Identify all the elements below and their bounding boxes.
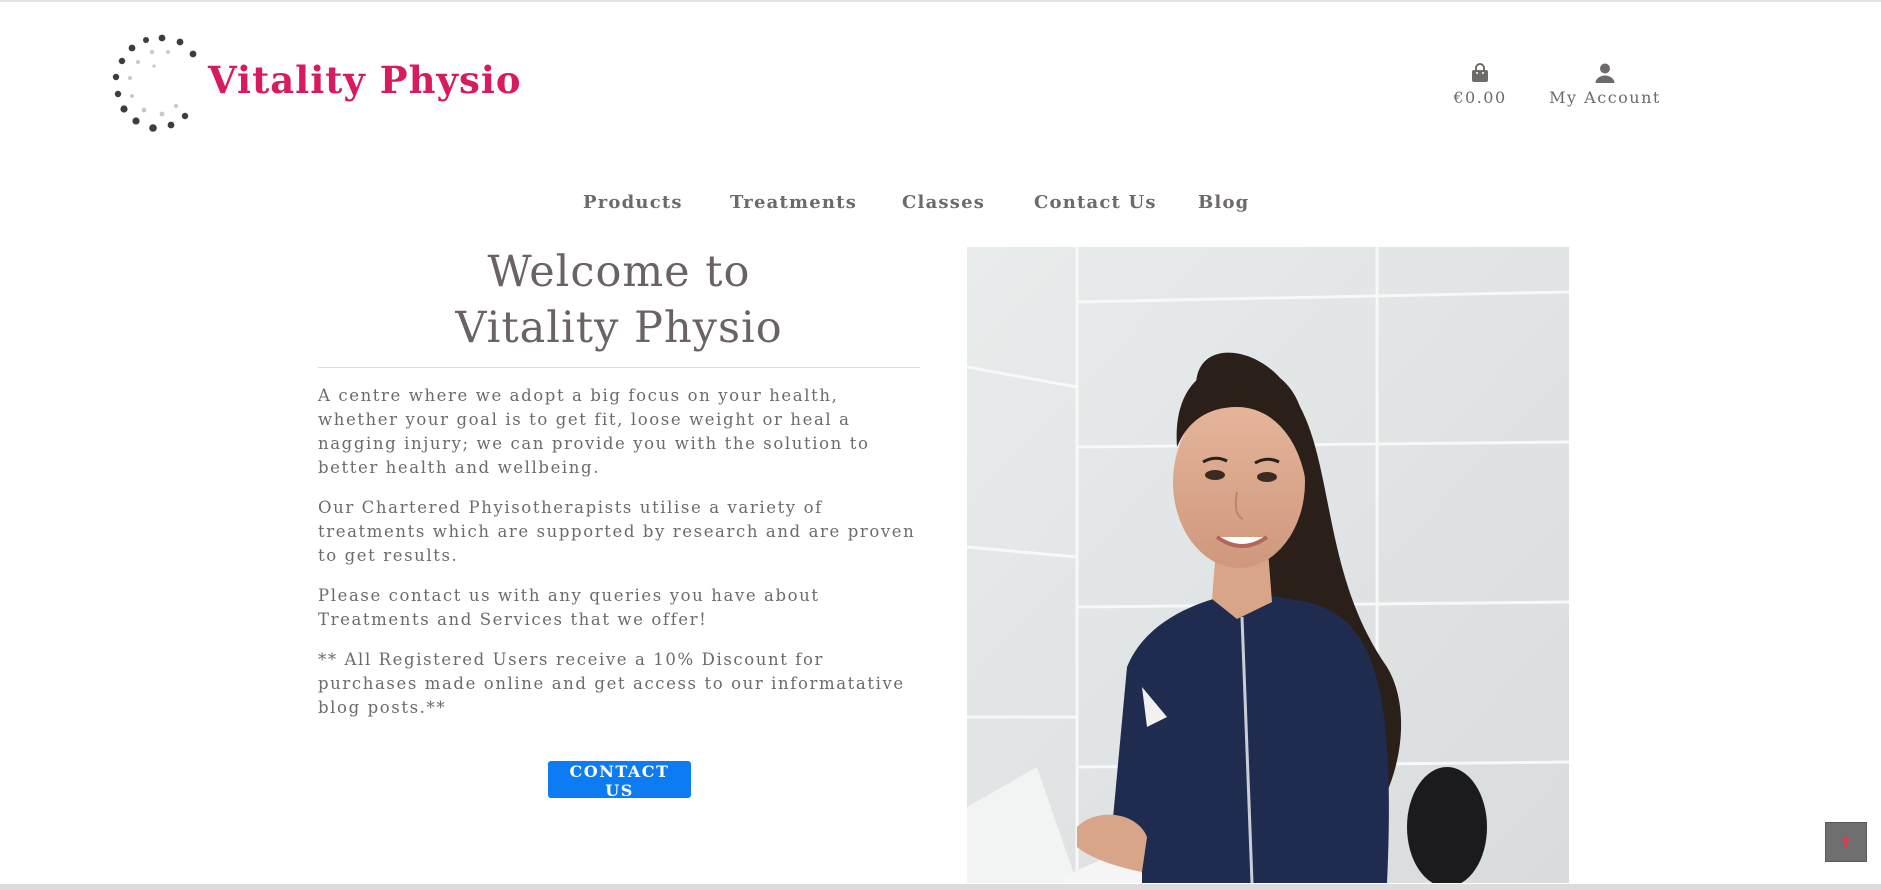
my-account-link[interactable]: My Account (1546, 62, 1664, 107)
logo-dots-ring (112, 34, 197, 132)
welcome-line-1: Welcome to (487, 247, 751, 297)
brand-name: Vitality Physio (208, 58, 522, 102)
basket-link[interactable]: €0.00 (1448, 62, 1512, 107)
physiotherapist-photo (967, 247, 1569, 883)
contact-us-button[interactable]: CONTACT US (548, 761, 691, 800)
intro-copy: A centre where we adopt a big focus on y… (318, 384, 924, 736)
main-nav: Products Treatments Classes Contact Us B… (0, 192, 1881, 216)
arrow-up-icon (1841, 836, 1851, 848)
nav-classes[interactable]: Classes (902, 192, 985, 213)
nav-products[interactable]: Products (583, 192, 683, 213)
shopping-bag-icon (1472, 63, 1488, 82)
user-icon (1595, 63, 1615, 83)
treatments-paragraph: Our Chartered Phyisotherapists utilise a… (318, 498, 916, 565)
nav-treatments[interactable]: Treatments (730, 192, 857, 213)
discount-paragraph: ** All Registered Users receive a 10% Di… (318, 650, 905, 717)
basket-total: €0.00 (1453, 88, 1507, 107)
nav-blog[interactable]: Blog (1198, 192, 1249, 213)
horizontal-scrollbar[interactable] (0, 884, 1881, 890)
back-to-top-button[interactable] (1825, 822, 1867, 862)
top-border (0, 0, 1881, 2)
site-logo[interactable]: Vitality Physio (108, 30, 528, 142)
intro-paragraph: A centre where we adopt a big focus on y… (318, 386, 870, 477)
nav-contact-us[interactable]: Contact Us (1034, 192, 1157, 213)
welcome-line-2: Vitality Physio (455, 303, 783, 353)
photo-illustration (967, 247, 1569, 883)
my-account-label: My Account (1549, 88, 1661, 107)
contact-paragraph: Please contact us with any queries you h… (318, 586, 820, 629)
welcome-heading: Welcome to Vitality Physio (318, 244, 920, 356)
heading-divider (318, 367, 920, 368)
